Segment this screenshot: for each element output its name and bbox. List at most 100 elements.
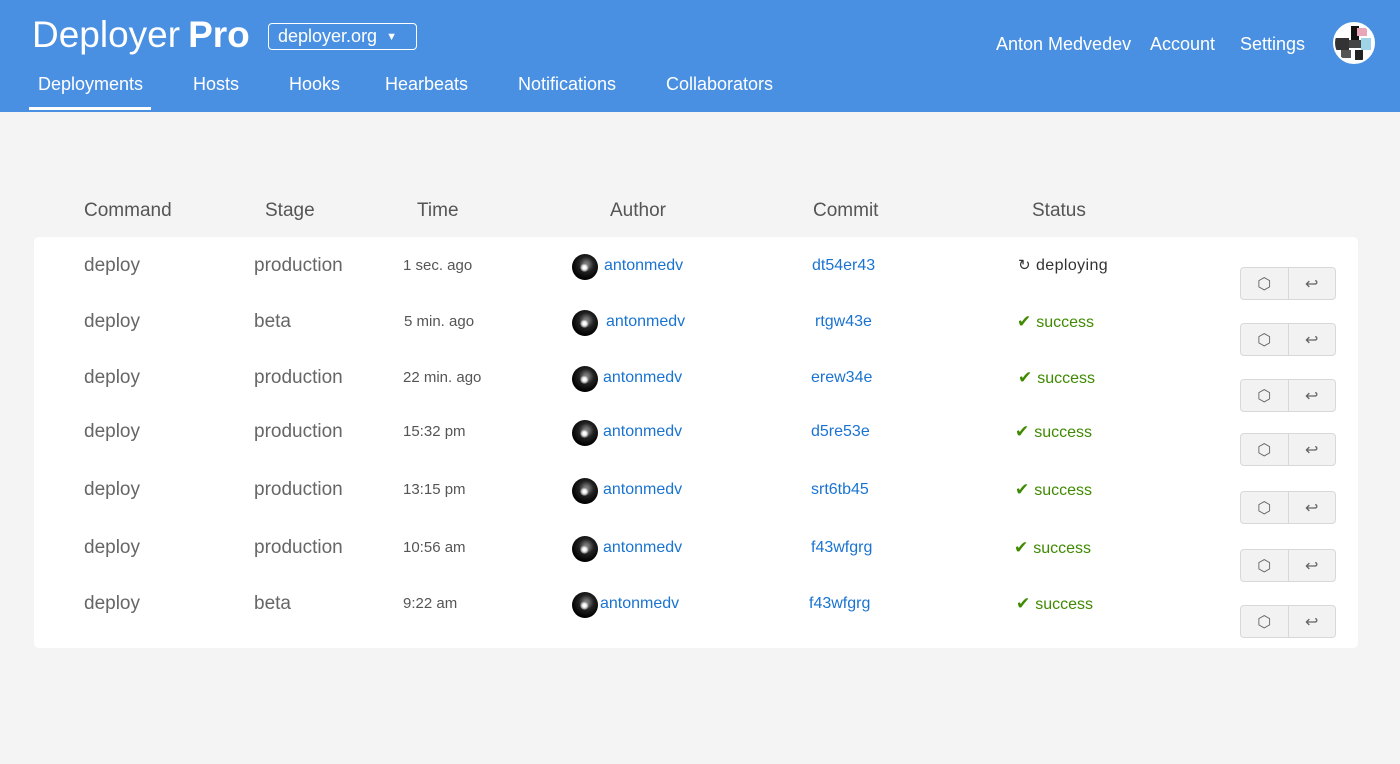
check-icon: ✔ <box>1016 594 1031 613</box>
command-cell: deploy <box>84 537 140 558</box>
time-cell: 5 min. ago <box>404 313 475 330</box>
commit-link[interactable]: d5re53e <box>811 415 870 449</box>
author-avatar <box>572 536 598 562</box>
main-nav: Deployments Hosts Hooks Hearbeats Notifi… <box>0 70 900 112</box>
tab-deployments[interactable]: Deployments <box>28 74 152 110</box>
author-avatar <box>572 366 598 392</box>
stage-cell: production <box>254 367 343 388</box>
column-header-command: Command <box>84 200 172 221</box>
table-row: deploy production 10:56 am antonmedv f43… <box>0 531 1400 582</box>
commit-link[interactable]: erew34e <box>811 361 872 395</box>
author-link[interactable]: antonmedv <box>604 249 683 283</box>
org-select[interactable]: deployer.org ▼ <box>268 23 417 50</box>
stage-cell: production <box>254 479 343 500</box>
author-link[interactable]: antonmedv <box>606 305 685 339</box>
rollback-button[interactable]: ↩ <box>1287 550 1336 581</box>
settings-link[interactable]: Settings <box>1240 34 1305 55</box>
tab-notifications[interactable]: Notifications <box>518 74 616 95</box>
author-link[interactable]: antonmedv <box>600 587 679 621</box>
brand-logo[interactable]: Deployer Pro <box>32 14 250 56</box>
check-icon: ✔ <box>1017 312 1032 331</box>
table-row: deploy production 22 min. ago antonmedv … <box>0 361 1400 412</box>
time-cell: 1 sec. ago <box>403 257 473 274</box>
check-icon: ✔ <box>1015 480 1030 499</box>
row-actions: ⬡ ↩ <box>1240 433 1336 466</box>
rollback-button[interactable]: ↩ <box>1287 606 1336 637</box>
app-header: Deployer Pro deployer.org ▼ Deployments H… <box>0 0 1400 112</box>
user-name-link[interactable]: Anton Medvedev <box>996 34 1131 55</box>
redeploy-button[interactable]: ⬡ <box>1241 492 1288 523</box>
redeploy-button[interactable]: ⬡ <box>1241 380 1288 411</box>
stage-cell: production <box>254 421 343 442</box>
commit-link[interactable]: dt54er43 <box>812 249 875 283</box>
rollback-button[interactable]: ↩ <box>1287 268 1336 299</box>
author-link[interactable]: antonmedv <box>603 473 682 507</box>
column-header-stage: Stage <box>265 200 315 221</box>
status-label: success <box>1035 596 1094 613</box>
status-badge: ✔ success <box>1018 361 1095 396</box>
redeploy-button[interactable]: ⬡ <box>1241 550 1288 581</box>
tab-hosts[interactable]: Hosts <box>193 74 239 95</box>
stage-cell: beta <box>254 311 291 332</box>
column-header-time: Time <box>417 200 459 221</box>
commit-link[interactable]: f43wfgrg <box>809 587 870 621</box>
rollback-button[interactable]: ↩ <box>1287 380 1336 411</box>
row-actions: ⬡ ↩ <box>1240 491 1336 524</box>
brand-name: Deployer <box>32 14 181 55</box>
time-cell: 15:32 pm <box>403 423 466 440</box>
rollback-button[interactable]: ↩ <box>1287 492 1336 523</box>
table-row: deploy production 1 sec. ago antonmedv d… <box>0 249 1400 300</box>
status-label: success <box>1033 540 1092 557</box>
status-label: success <box>1034 424 1093 441</box>
command-cell: deploy <box>84 311 140 332</box>
status-badge: ↻ deploying <box>1018 249 1108 283</box>
tab-collaborators[interactable]: Collaborators <box>666 74 773 95</box>
row-actions: ⬡ ↩ <box>1240 549 1336 582</box>
commit-link[interactable]: f43wfgrg <box>811 531 872 565</box>
status-badge: ✔ success <box>1015 473 1092 508</box>
stage-cell: production <box>254 255 343 276</box>
rollback-button[interactable]: ↩ <box>1287 434 1336 465</box>
rollback-button[interactable]: ↩ <box>1287 324 1336 355</box>
row-actions: ⬡ ↩ <box>1240 605 1336 638</box>
status-badge: ✔ success <box>1016 587 1093 622</box>
row-actions: ⬡ ↩ <box>1240 323 1336 356</box>
author-link[interactable]: antonmedv <box>603 415 682 449</box>
row-actions: ⬡ ↩ <box>1240 379 1336 412</box>
author-avatar <box>572 310 598 336</box>
caret-down-icon: ▼ <box>386 31 397 43</box>
table-row: deploy beta 5 min. ago antonmedv rtgw43e… <box>0 305 1400 356</box>
user-avatar[interactable] <box>1333 22 1375 64</box>
time-cell: 9:22 am <box>403 595 458 612</box>
check-icon: ✔ <box>1014 538 1029 557</box>
column-header-author: Author <box>610 200 666 221</box>
redeploy-button[interactable]: ⬡ <box>1241 606 1288 637</box>
time-cell: 10:56 am <box>403 539 466 556</box>
status-label: success <box>1037 370 1096 387</box>
check-icon: ✔ <box>1015 422 1030 441</box>
status-badge: ✔ success <box>1014 531 1091 566</box>
account-link[interactable]: Account <box>1150 34 1215 55</box>
status-badge: ✔ success <box>1017 305 1094 340</box>
tab-hearbeats[interactable]: Hearbeats <box>385 74 468 95</box>
command-cell: deploy <box>84 255 140 276</box>
author-link[interactable]: antonmedv <box>603 531 682 565</box>
brand-edition: Pro <box>188 14 250 55</box>
commit-link[interactable]: rtgw43e <box>815 305 872 339</box>
spinner-icon: ↻ <box>1018 257 1031 274</box>
author-link[interactable]: antonmedv <box>603 361 682 395</box>
stage-cell: beta <box>254 593 291 614</box>
command-cell: deploy <box>84 593 140 614</box>
redeploy-button[interactable]: ⬡ <box>1241 268 1288 299</box>
redeploy-button[interactable]: ⬡ <box>1241 434 1288 465</box>
command-cell: deploy <box>84 421 140 442</box>
table-row: deploy production 15:32 pm antonmedv d5r… <box>0 415 1400 466</box>
status-label: success <box>1034 482 1093 499</box>
status-label: success <box>1036 314 1095 331</box>
tab-hooks[interactable]: Hooks <box>289 74 340 95</box>
table-row: deploy beta 9:22 am antonmedv f43wfgrg ✔… <box>0 587 1400 638</box>
commit-link[interactable]: srt6tb45 <box>811 473 869 507</box>
redeploy-button[interactable]: ⬡ <box>1241 324 1288 355</box>
status-label: deploying <box>1035 257 1109 274</box>
table-row: deploy production 13:15 pm antonmedv srt… <box>0 473 1400 524</box>
